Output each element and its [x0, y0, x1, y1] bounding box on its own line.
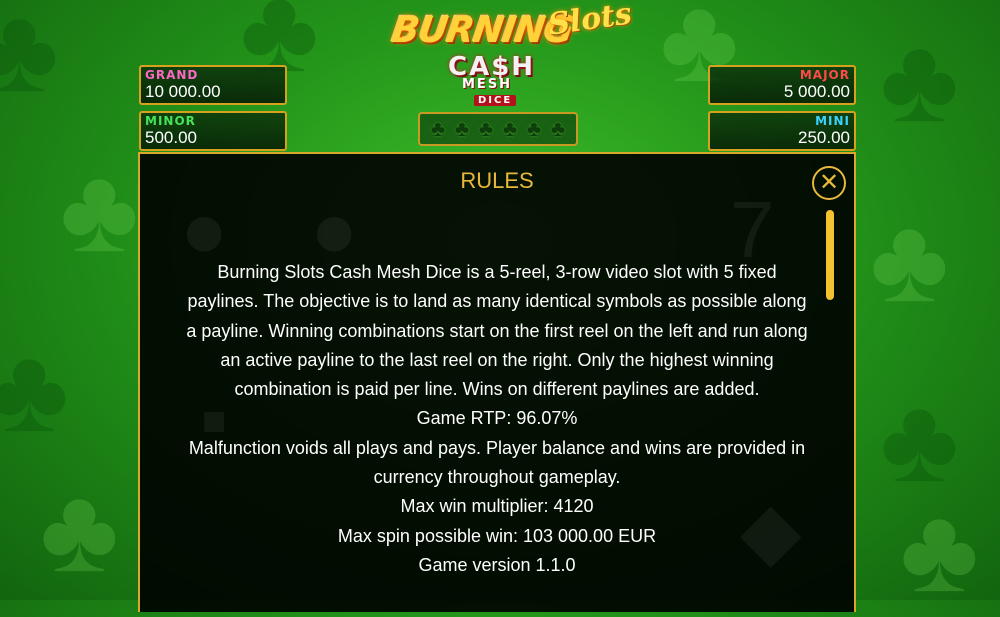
jackpot-mini-label: MINI [815, 114, 850, 128]
background-clover-icon: ♣ [0, 0, 59, 117]
jackpot-major-label: MAJOR [799, 68, 850, 82]
jackpot-mini: MINI 250.00 [708, 111, 856, 151]
rules-paragraph-malfunction: Malfunction voids all plays and pays. Pl… [188, 437, 806, 488]
background-clover-icon: ♣ [40, 463, 119, 597]
clover-collection-bar: ♣ ♣ ♣ ♣ ♣ ♣ [418, 112, 578, 146]
background-clover-icon: ♣ [0, 323, 69, 457]
logo-mesh-text: MESH [462, 77, 513, 92]
clover-icon: ♣ [454, 116, 470, 141]
background-clover-icon: ♣ [900, 483, 979, 617]
clover-icon: ♣ [526, 116, 542, 141]
close-button[interactable]: ✕ [812, 166, 846, 200]
logo-slots-text: Slots [545, 0, 634, 43]
background-clover-icon: ♣ [60, 143, 139, 277]
clover-icon: ♣ [430, 116, 446, 141]
logo-dice-text: DICE [474, 95, 517, 106]
background-clover-icon: ♣ [880, 373, 959, 507]
jackpot-minor-label: MINOR [145, 114, 196, 128]
rules-panel: ● ● 7 ▪ ◆ RULES ✕ Burning Slots Cash Mes… [138, 152, 856, 612]
scrollbar[interactable] [826, 210, 834, 300]
jackpot-grand-value: 10 000.00 [145, 82, 221, 101]
jackpot-major-value: 5 000.00 [783, 82, 850, 101]
clover-icon: ♣ [502, 116, 518, 141]
jackpot-grand: GRAND 10 000.00 [139, 65, 287, 105]
game-logo: BURNING Slots CA$H MESH DICE [370, 0, 640, 110]
rules-paragraph-max-win: Max spin possible win: 103 000.00 EUR [337, 525, 657, 546]
rules-paragraph-max-multiplier: Max win multiplier: 4120 [400, 496, 594, 517]
background-clover-icon: ♣ [870, 193, 949, 327]
jackpot-grand-label: GRAND [145, 68, 199, 82]
close-icon: ✕ [818, 169, 840, 196]
rules-paragraph-rtp: Game RTP: 96.07% [416, 408, 578, 429]
clover-icon: ♣ [550, 116, 566, 141]
rules-paragraph-version: Game version 1.1.0 [418, 554, 576, 575]
jackpot-minor: MINOR 500.00 [139, 111, 287, 151]
jackpot-major: MAJOR 5 000.00 [708, 65, 856, 105]
rules-text: Burning Slots Cash Mesh Dice is a 5-reel… [180, 258, 814, 580]
background-clover-icon: ♣ [880, 13, 959, 147]
jackpot-mini-value: 250.00 [798, 128, 850, 147]
jackpot-minor-value: 500.00 [145, 128, 197, 147]
rules-paragraph-description: Burning Slots Cash Mesh Dice is a 5-reel… [186, 262, 808, 400]
clover-icon: ♣ [478, 116, 494, 141]
rules-title: RULES [460, 168, 534, 193]
